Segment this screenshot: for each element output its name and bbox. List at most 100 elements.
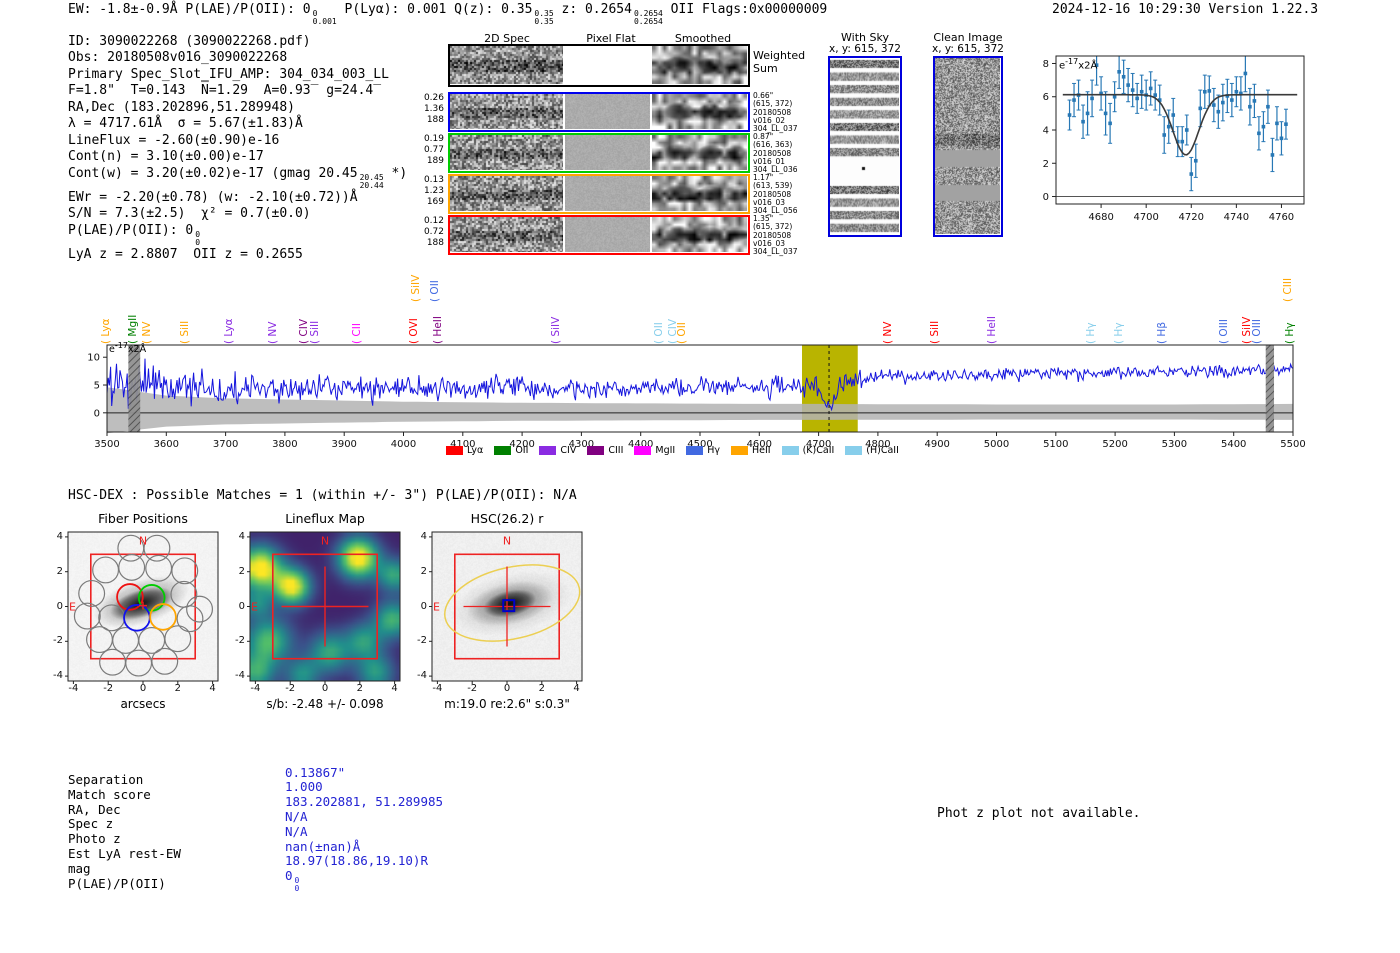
lineflux-y-tick-label: 2 [238, 565, 245, 577]
data-point [1117, 69, 1121, 74]
lineflux-y-tick-label: -4 [235, 670, 245, 682]
spec2d-row-weights: 0.12 0.72 188 [410, 216, 444, 249]
fiber-y-tick-label: 4 [56, 530, 63, 542]
data-point [1198, 106, 1203, 111]
legend-label: Lyα [467, 445, 484, 456]
fiber-x-tick-label: 2 [174, 683, 181, 694]
legend-item: HeII [731, 445, 771, 456]
data-point [1180, 139, 1185, 144]
data-point [1166, 124, 1171, 129]
legend-swatch [446, 446, 463, 455]
error-band [107, 387, 1293, 434]
data-point [1234, 89, 1239, 94]
info-line: Cont(n) = 3.10(±0.00)e-17 [68, 149, 264, 165]
fiber-x-tick-label: -4 [68, 683, 79, 694]
fiber-circle [78, 579, 106, 607]
legend-item: CIV [539, 445, 576, 456]
legend-swatch [845, 446, 863, 455]
hsc-x-tick-label: 0 [503, 683, 511, 694]
x-tick-label: 4720 [1179, 212, 1204, 223]
emission-line-label: ( SiII [308, 320, 321, 344]
data-point [1248, 104, 1252, 109]
legend-item: OII [494, 445, 528, 456]
emission-line-label: ( HeII [431, 316, 444, 344]
fiber-weight-value: 0.77 [423, 145, 444, 155]
hsc-x-tick-label: -2 [467, 683, 478, 694]
spec2d-smoothed-image [652, 135, 747, 170]
fiber-weight-value: 1.36 [423, 104, 444, 114]
hsc-xlabel: m:19.0 re:2.6" s:0.3" [444, 697, 570, 711]
info-line: Obs: 20180508v016_3090022268 [68, 50, 288, 66]
fit-curve [1062, 93, 1298, 156]
x-tick-label: 5400 [1221, 439, 1246, 450]
selected-fiber-circle [149, 603, 177, 631]
legend-label: CIII [608, 445, 624, 456]
fiber-weight-value: 0.26 [423, 93, 444, 103]
data-point [1266, 104, 1270, 109]
spec2d-pixelflat-image [565, 46, 650, 84]
fit-data-group [1062, 56, 1298, 192]
info-line: λ = 4717.61Å σ = 5.67(±1.83)Å [68, 116, 303, 132]
fiber-weight-value: 0.13 [423, 175, 444, 185]
y-tick-label: 6 [1043, 92, 1049, 103]
info-line: ID: 3090022268 (3090022268.pdf) [68, 34, 311, 49]
data-point [1212, 103, 1216, 107]
x-tick-label: 4000 [391, 439, 416, 450]
y-tick-label: 4 [1043, 126, 1049, 137]
x-tick-label: 5300 [1162, 439, 1187, 450]
data-point [1203, 89, 1207, 94]
fiber-circle [125, 649, 153, 677]
fiber-y-tick-label: -4 [53, 670, 63, 682]
spec2d-pixelflat-image [565, 217, 650, 252]
hsc-x-tick-label: 2 [538, 683, 545, 694]
hsc-y-tick-label: -4 [417, 670, 427, 682]
fiber-x-tick-label: 4 [209, 683, 216, 694]
legend-label: HeII [752, 445, 771, 456]
fiber-weight-value: 0.19 [423, 134, 444, 144]
spec2d-2d-image [450, 135, 563, 170]
legend-item: (K)CaII [781, 445, 835, 456]
data-point [1135, 96, 1139, 101]
y-tick-label: 8 [1043, 59, 1049, 70]
y-tick-label: 2 [1043, 159, 1049, 170]
fiber-weight-value: 1.23 [423, 186, 444, 196]
legend-label: (K)CaII [802, 445, 835, 456]
legend-item: Hγ [686, 445, 720, 456]
fiber-y-tick-label: 0 [56, 600, 63, 612]
data-point [1126, 83, 1130, 87]
data-point [1085, 111, 1090, 116]
spec2d-weighted-row [448, 44, 750, 87]
emission-line-label: ( MgII [126, 314, 139, 344]
match-table-value: 183.202881, 51.289985 [285, 794, 444, 810]
lineflux-y-tick-label: -2 [235, 635, 245, 647]
fiber-circle [118, 553, 146, 581]
compass-north-label: N [503, 535, 511, 548]
spec2d-row-annotation: 1.17" (613, 539) 20180508 v016_03 304_LL_056 [753, 173, 823, 215]
data-point [1139, 89, 1144, 94]
data-point [1275, 121, 1279, 126]
emission-line-label: ( Hγ [1283, 322, 1296, 344]
fit-ylabel: e-17x2Å [1059, 57, 1098, 72]
data-point [1261, 124, 1266, 129]
with-sky-coords: x, y: 615, 372 [829, 43, 901, 55]
emission-line-label: ( NV [141, 321, 154, 344]
fiber-weight-value: 0.72 [423, 227, 444, 237]
emission-line-label: ( SiII [179, 320, 192, 344]
data-point [1216, 109, 1221, 114]
emission-line-label: ( Lyα [222, 318, 235, 344]
data-point [1221, 100, 1225, 105]
lineflux-map-title: Lineflux Map [285, 511, 365, 526]
data-point [1162, 133, 1167, 137]
legend-item: Lyα [446, 445, 483, 456]
hsc-dex-title: HSC-DEX : Possible Matches = 1 (within +… [68, 488, 577, 503]
data-point [1193, 158, 1198, 163]
compass-east-label: E [69, 601, 76, 614]
spec2d-row-annotation: 0.66" (615, 372) 20180508 v016_02 304_LL_037 [753, 91, 823, 133]
fiber-y-tick-label: -2 [53, 635, 63, 647]
spec2d-row-weights: 0.26 1.36 188 [410, 93, 444, 126]
fiber-circle [164, 625, 192, 653]
data-point [1067, 113, 1072, 117]
data-point [1171, 113, 1176, 117]
x-tick-label: 4760 [1269, 212, 1294, 223]
info-line: F=1.8" T=0.143 N̅=1.29 A=0.93̅ g=24.4̅ [68, 83, 374, 99]
